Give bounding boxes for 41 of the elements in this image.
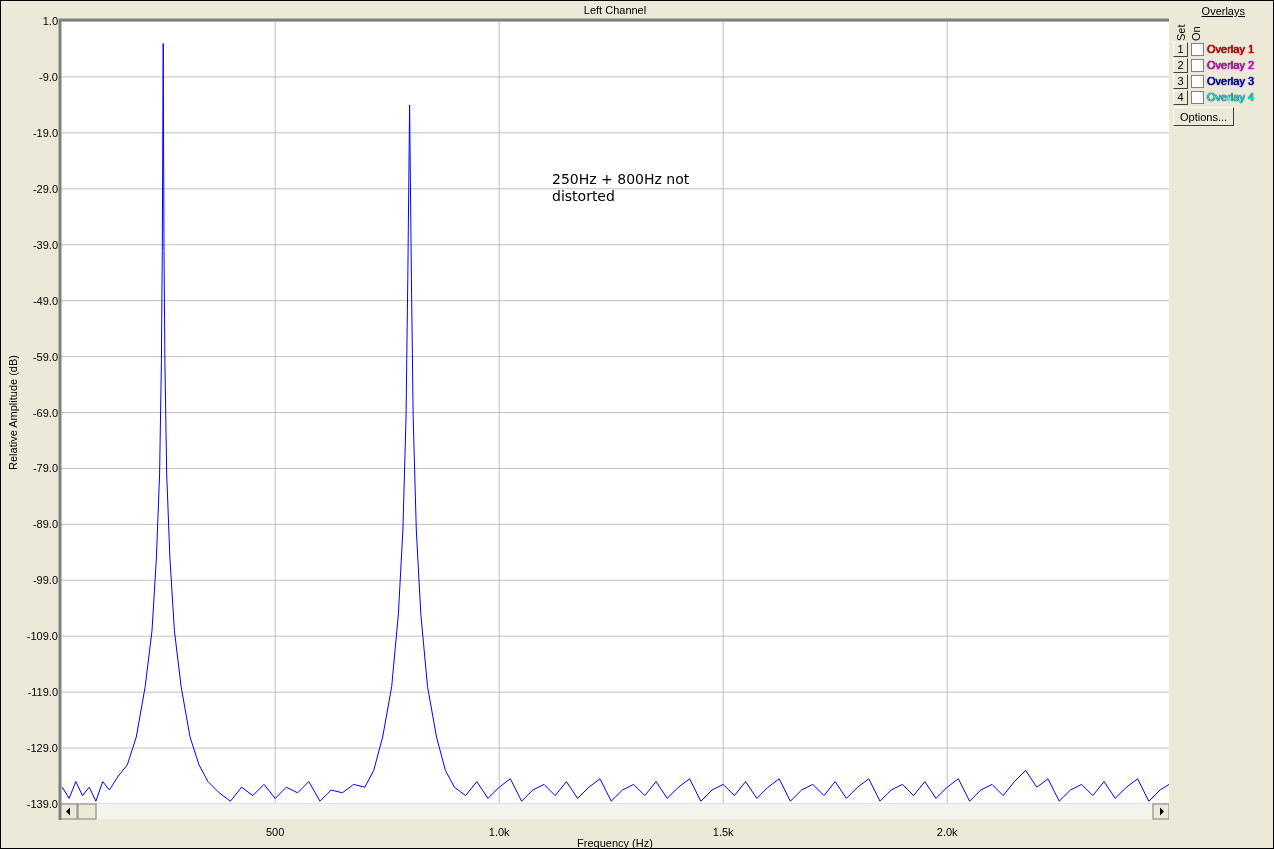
overlay-checkbox[interactable] xyxy=(1191,58,1204,72)
y-axis-title: Relative Amplitude (dB) xyxy=(7,355,19,470)
x-tick-label: 2.0k xyxy=(936,826,958,838)
y-tick-label: -39.0 xyxy=(32,238,58,251)
y-tick-label: -109.0 xyxy=(26,630,58,643)
overlay-label: Overlay 3 xyxy=(1207,75,1255,87)
overlay-label: Overlay 2 xyxy=(1207,59,1255,71)
y-tick-label: 1.0 xyxy=(42,15,58,27)
y-tick-label: -59.0 xyxy=(32,350,58,363)
y-tick-label: -49.0 xyxy=(32,294,58,307)
y-tick-label: -119.0 xyxy=(27,686,58,699)
overlays-title: Overlays xyxy=(1201,5,1245,17)
x-tick-label: 1.0k xyxy=(488,826,510,838)
y-tick-label: -139.0 xyxy=(26,798,58,810)
y-tick-label: -29.0 xyxy=(32,182,58,195)
chart-annotation: 250Hz + 800Hz not distorted xyxy=(552,171,691,205)
y-tick-label: -69.0 xyxy=(32,406,58,419)
scrollbar-thumb[interactable] xyxy=(77,803,97,820)
overlay-checkbox[interactable] xyxy=(1191,74,1204,88)
y-tick-label: -99.0 xyxy=(32,574,58,587)
y-tick-label: -19.0 xyxy=(32,126,58,139)
scroll-left-button[interactable] xyxy=(60,803,78,820)
options-button[interactable]: Options... xyxy=(1173,107,1235,126)
set-overlay-button[interactable]: 4 xyxy=(1173,89,1188,105)
x-tick-label: 500 xyxy=(266,826,285,838)
y-tick-label: -79.0 xyxy=(32,462,58,475)
y-tick-label: -129.0 xyxy=(26,742,58,755)
set-column-label: Set xyxy=(1175,23,1188,41)
y-tick-label: -9.0 xyxy=(39,70,58,83)
overlay-label: Overlay 1 xyxy=(1207,43,1255,55)
set-overlay-button[interactable]: 3 xyxy=(1173,73,1188,89)
y-tick-label: -89.0 xyxy=(32,518,58,531)
overlay-label: Overlay 4 xyxy=(1207,91,1255,103)
on-column-label: On xyxy=(1190,25,1203,41)
scroll-right-button[interactable] xyxy=(1152,803,1169,820)
set-overlay-button[interactable]: 2 xyxy=(1173,57,1188,73)
overlay-checkbox[interactable] xyxy=(1191,90,1204,104)
set-overlay-button[interactable]: 1 xyxy=(1173,41,1188,57)
chart-title: Left Channel xyxy=(583,4,647,16)
x-tick-label: 1.5k xyxy=(712,826,734,838)
overlay-checkbox[interactable] xyxy=(1191,42,1204,56)
